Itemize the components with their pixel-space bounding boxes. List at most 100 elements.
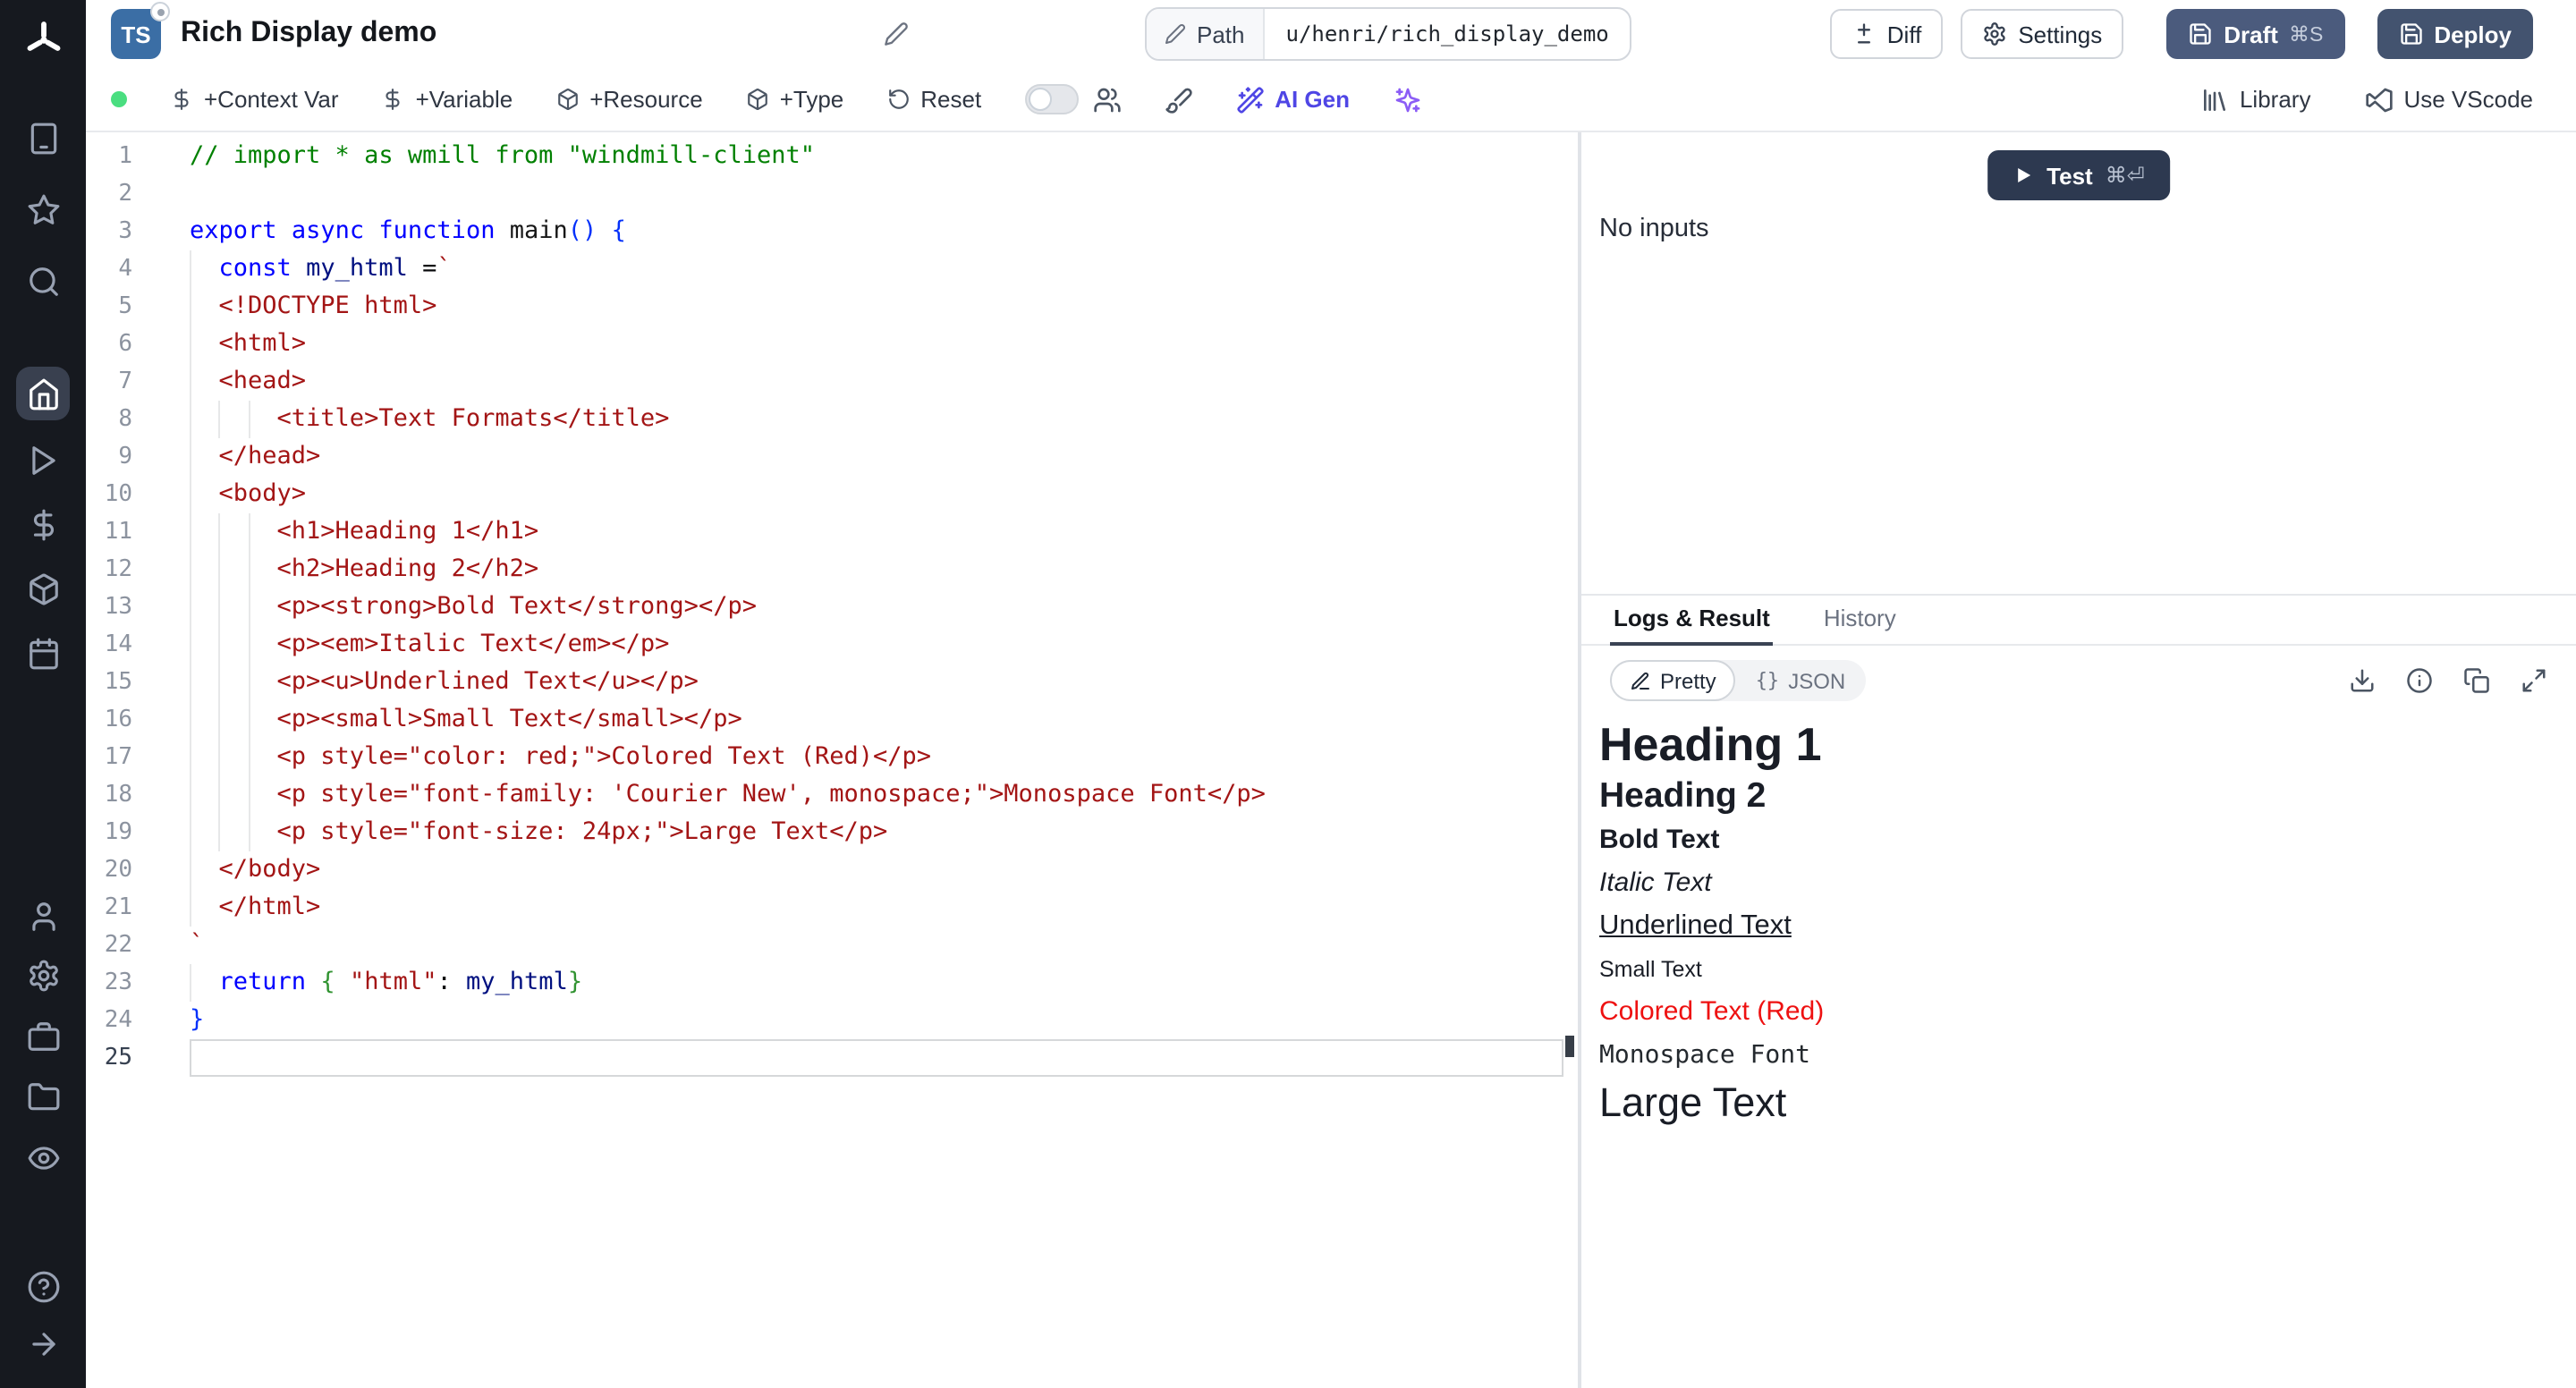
- indent-guide: [190, 776, 191, 814]
- sidebar-notebook-button[interactable]: [25, 120, 61, 156]
- result-info-button[interactable]: [2406, 667, 2433, 694]
- reset-button[interactable]: Reset: [886, 86, 981, 113]
- test-button[interactable]: Test ⌘⏎: [1987, 150, 2170, 200]
- code-line[interactable]: 4 const my_html =`: [86, 250, 1578, 288]
- code-line[interactable]: 15 <p><u>Underlined Text</u></p>: [86, 664, 1578, 701]
- sidebar-collapse-button[interactable]: [25, 1325, 61, 1361]
- path-field[interactable]: Path u/henri/rich_display_demo: [1145, 7, 1632, 61]
- language-badge[interactable]: TS: [111, 9, 161, 59]
- add-type-button[interactable]: +Type: [746, 86, 844, 113]
- code-line[interactable]: 18 <p style="font-family: 'Courier New',…: [86, 776, 1578, 814]
- deploy-button[interactable]: Deploy: [2377, 9, 2533, 59]
- result-underlined-text: Underlined Text: [1599, 905, 2558, 948]
- result-bold-text: Bold Text: [1599, 819, 2558, 862]
- code-line[interactable]: 6 <html>: [86, 326, 1578, 363]
- code-text: <p style="font-size: 24px;">Large Text</…: [190, 814, 1563, 851]
- indent-guide: [190, 739, 191, 776]
- code-line[interactable]: 12 <h2>Heading 2</h2>: [86, 551, 1578, 588]
- add-resource-button[interactable]: +Resource: [555, 86, 702, 113]
- diff-label: Diff: [1887, 21, 1922, 47]
- line-number: 17: [86, 739, 190, 776]
- content-area: 1// import * as wmill from "windmill-cli…: [86, 132, 2576, 1388]
- sidebar-schedules-button[interactable]: [25, 635, 61, 671]
- sidebar-workers-button[interactable]: [25, 1018, 61, 1054]
- add-context-var-button[interactable]: +Context Var: [170, 86, 339, 113]
- sidebar-settings-button[interactable]: [25, 957, 61, 993]
- user-icon: [26, 899, 60, 933]
- sidebar-home-button[interactable]: [16, 367, 70, 420]
- code-line[interactable]: 7 <head>: [86, 363, 1578, 401]
- braces-icon: {}: [1756, 669, 1780, 692]
- format-code-button[interactable]: [1164, 85, 1192, 114]
- ai-suggestions-button[interactable]: [1393, 85, 1421, 114]
- code-area[interactable]: 1// import * as wmill from "windmill-cli…: [86, 132, 1578, 1077]
- sidebar-search-button[interactable]: [25, 263, 61, 299]
- download-result-button[interactable]: [2349, 667, 2376, 694]
- tab-history[interactable]: History: [1820, 596, 1900, 644]
- expand-result-button[interactable]: [2521, 667, 2547, 694]
- code-line[interactable]: 8 <title>Text Formats</title>: [86, 401, 1578, 438]
- code-text: <head>: [190, 363, 1563, 401]
- copy-icon: [2463, 667, 2490, 694]
- edit-summary-button[interactable]: [884, 21, 909, 47]
- code-editor[interactable]: 1// import * as wmill from "windmill-cli…: [86, 132, 1578, 1388]
- sidebar-variables-button[interactable]: [25, 506, 61, 542]
- code-line[interactable]: 3export async function main() {: [86, 213, 1578, 250]
- code-line[interactable]: 17 <p style="color: red;">Colored Text (…: [86, 739, 1578, 776]
- indent-guide: [190, 476, 191, 513]
- code-text: return { "html": my_html}: [190, 964, 1563, 1002]
- code-line[interactable]: 11 <h1>Heading 1</h1>: [86, 513, 1578, 551]
- line-number: 3: [86, 213, 190, 250]
- code-line[interactable]: 24}: [86, 1002, 1578, 1039]
- code-text: <html>: [190, 326, 1563, 363]
- code-line[interactable]: 20 </body>: [86, 851, 1578, 889]
- code-line[interactable]: 14 <p><em>Italic Text</em></p>: [86, 626, 1578, 664]
- indent-guide: [248, 551, 250, 588]
- code-line[interactable]: 21 </html>: [86, 889, 1578, 927]
- line-number: 24: [86, 1002, 190, 1039]
- editor-toolbar: +Context Var +Variable +Resource +Type R…: [86, 68, 2576, 132]
- code-line[interactable]: 2: [86, 175, 1578, 213]
- sidebar-favorites-button[interactable]: [25, 191, 61, 227]
- code-line[interactable]: 22`: [86, 927, 1578, 964]
- settings-button[interactable]: Settings: [1961, 9, 2123, 59]
- code-line[interactable]: 25: [86, 1039, 1578, 1077]
- use-vscode-button[interactable]: Use VScode: [2364, 85, 2533, 114]
- code-line[interactable]: 5 <!DOCTYPE html>: [86, 288, 1578, 326]
- sidebar-user-button[interactable]: [25, 898, 61, 934]
- indent-guide: [219, 513, 221, 551]
- add-variable-button[interactable]: +Variable: [382, 86, 513, 113]
- indent-guide: [248, 739, 250, 776]
- line-number: 7: [86, 363, 190, 401]
- sidebar-folders-button[interactable]: [25, 1079, 61, 1114]
- code-line[interactable]: 16 <p><small>Small Text</small></p>: [86, 701, 1578, 739]
- draft-button[interactable]: Draft ⌘S: [2166, 9, 2344, 59]
- indent-guide: [190, 513, 191, 551]
- diff-button[interactable]: Diff: [1830, 9, 1944, 59]
- code-line[interactable]: 13 <p><strong>Bold Text</strong></p>: [86, 588, 1578, 626]
- sidebar-runs-button[interactable]: [25, 442, 61, 478]
- multiplayer-toggle[interactable]: [1024, 84, 1078, 114]
- pretty-view-button[interactable]: Pretty: [1610, 660, 1736, 701]
- line-number: 12: [86, 551, 190, 588]
- code-line[interactable]: 23 return { "html": my_html}: [86, 964, 1578, 1002]
- ai-gen-button[interactable]: AI Gen: [1235, 85, 1350, 114]
- code-line[interactable]: 10 <body>: [86, 476, 1578, 513]
- windmill-logo[interactable]: [21, 18, 65, 63]
- sidebar-help-button[interactable]: [25, 1268, 61, 1304]
- sidebar-resources-button[interactable]: [25, 571, 61, 606]
- json-view-button[interactable]: {} JSON: [1736, 660, 1866, 701]
- tab-logs-result[interactable]: Logs & Result: [1610, 596, 1774, 646]
- code-line[interactable]: 1// import * as wmill from "windmill-cli…: [86, 138, 1578, 175]
- sidebar: [0, 0, 86, 1388]
- sidebar-audit-logs-button[interactable]: [25, 1139, 61, 1175]
- line-number: 1: [86, 138, 190, 175]
- code-text: <!DOCTYPE html>: [190, 288, 1563, 326]
- add-resource-label: +Resource: [589, 86, 702, 113]
- library-button[interactable]: Library: [2200, 85, 2311, 114]
- copy-result-button[interactable]: [2463, 667, 2490, 694]
- indent-guide: [219, 701, 221, 739]
- add-type-label: +Type: [780, 86, 844, 113]
- code-line[interactable]: 19 <p style="font-size: 24px;">Large Tex…: [86, 814, 1578, 851]
- code-line[interactable]: 9 </head>: [86, 438, 1578, 476]
